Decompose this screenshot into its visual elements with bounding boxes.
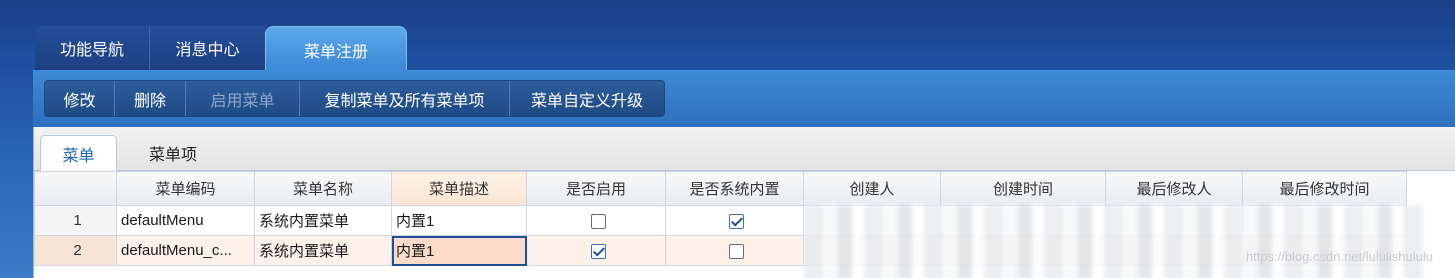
tab-menu[interactable]: 菜单 [40,135,117,172]
row-number: 2 [34,235,117,266]
cell-builtin [665,235,804,266]
cell-desc-editing[interactable]: 内置1 [391,235,527,266]
header-modified-time[interactable]: 最后修改时间 [1242,171,1407,206]
cell-code[interactable]: defaultMenu [116,205,255,236]
table-header-row: 菜单编码 菜单名称 菜单描述 是否启用 是否系统内置 创建人 创建时间 最后修改… [34,171,1407,206]
tab-menu-item[interactable]: 菜单项 [130,135,216,171]
delete-button[interactable]: 删除 [115,81,186,116]
tab-function-nav[interactable]: 功能导航 [35,26,150,70]
top-tab-bar: 功能导航 消息中心 菜单注册 [0,0,1455,72]
toolbar: 修改 删除 启用菜单 复制菜单及所有菜单项 菜单自定义升级 [44,80,665,117]
redacted-area [804,205,1424,278]
cell-desc[interactable]: 内置1 [391,205,527,236]
enabled-checkbox[interactable] [590,243,606,259]
header-enabled[interactable]: 是否启用 [526,171,666,206]
edit-button[interactable]: 修改 [45,81,115,116]
cell-code[interactable]: defaultMenu_c... [116,235,255,266]
cell-enabled [526,205,666,236]
header-name[interactable]: 菜单名称 [254,171,392,206]
header-code[interactable]: 菜单编码 [116,171,255,206]
header-builtin[interactable]: 是否系统内置 [665,171,804,206]
tab-message-center[interactable]: 消息中心 [150,26,265,70]
enable-menu-button[interactable]: 启用菜单 [186,81,300,116]
sub-tab-bar: 菜单 菜单项 [34,127,1455,172]
cell-builtin [665,205,804,236]
content-area: 菜单 菜单项 菜单编码 菜单名称 菜单描述 是否启用 是否系统内置 创建人 创建… [33,127,1455,278]
menu-upgrade-button[interactable]: 菜单自定义升级 [510,81,664,116]
copy-menu-button[interactable]: 复制菜单及所有菜单项 [300,81,510,116]
header-desc[interactable]: 菜单描述 [391,171,527,206]
toolbar-panel: 修改 删除 启用菜单 复制菜单及所有菜单项 菜单自定义升级 [33,70,1455,127]
row-number: 1 [34,205,117,236]
builtin-checkbox[interactable] [729,243,744,259]
cell-enabled [526,235,666,266]
cell-name[interactable]: 系统内置菜单 [254,205,392,236]
builtin-checkbox[interactable] [729,213,744,229]
header-created-time[interactable]: 创建时间 [940,171,1106,206]
enabled-checkbox[interactable] [590,213,606,229]
header-rownum [34,171,117,206]
header-modifier[interactable]: 最后修改人 [1105,171,1243,206]
watermark: https://blog.csdn.net/lululishululu [1245,249,1433,264]
cell-name[interactable]: 系统内置菜单 [254,235,392,266]
header-creator[interactable]: 创建人 [803,171,941,206]
tab-menu-register[interactable]: 菜单注册 [265,26,407,72]
